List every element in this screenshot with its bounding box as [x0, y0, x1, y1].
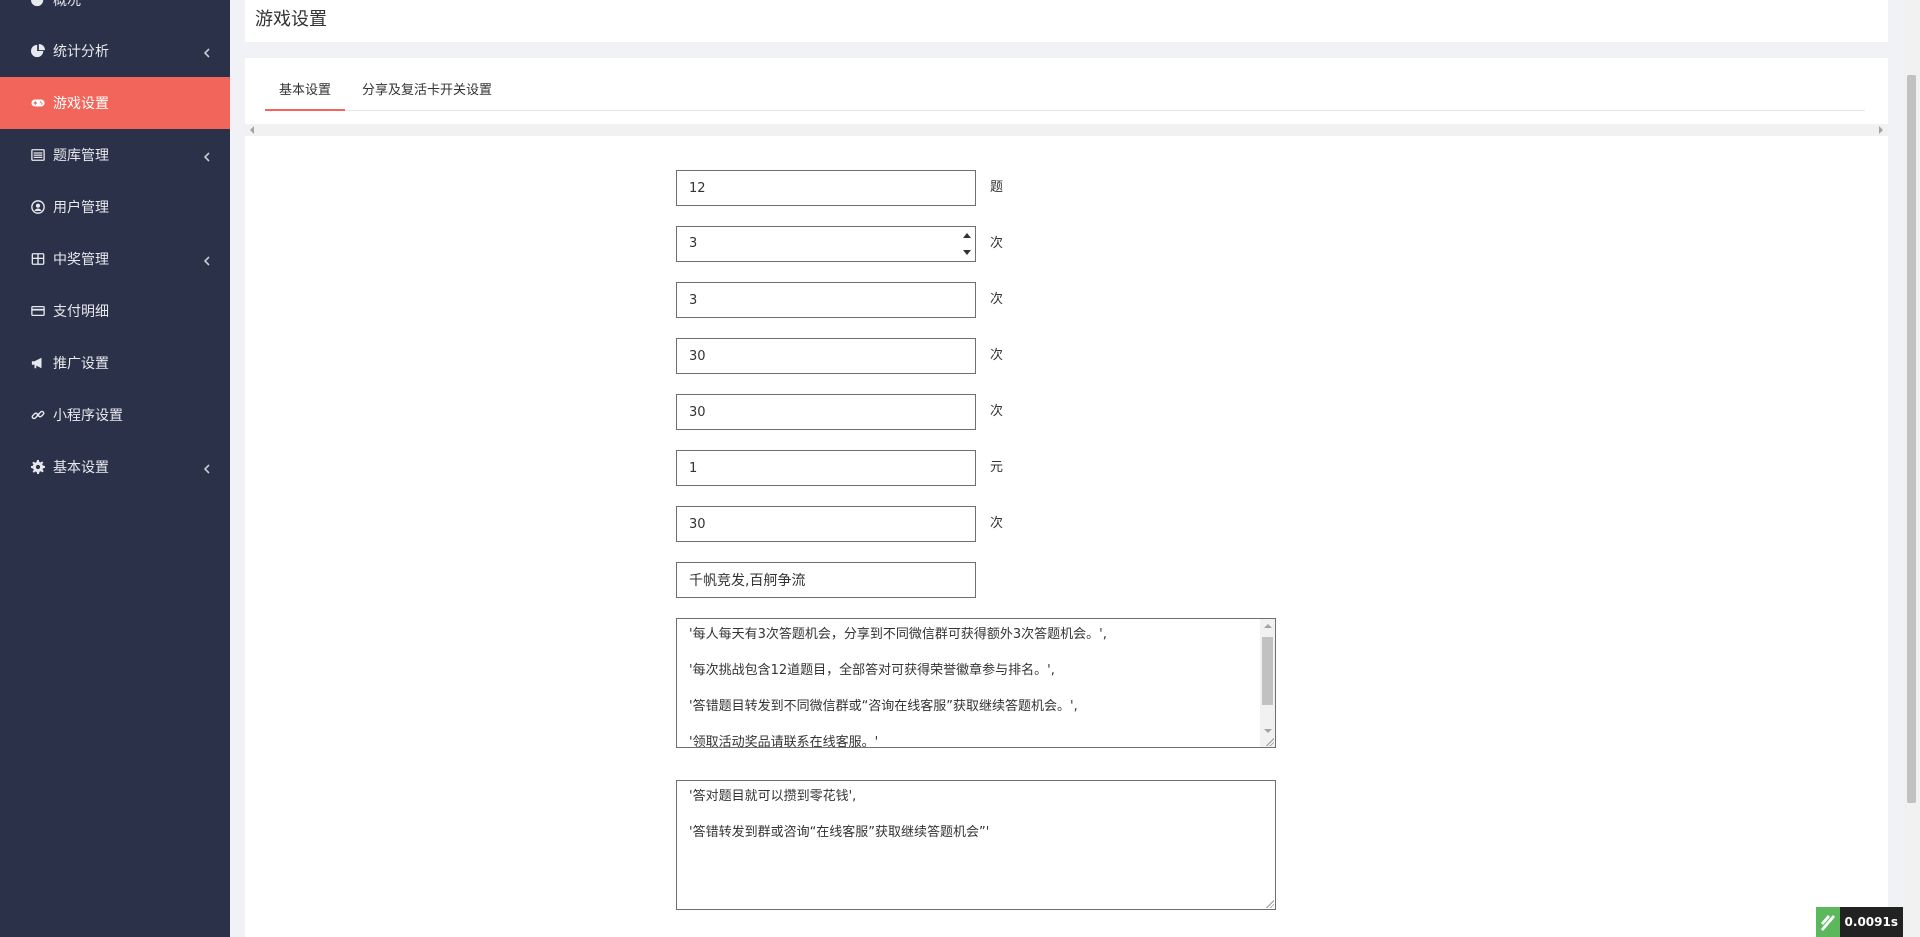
desc-line: '答错转发到群或咨询“在线客服”获取继续答题机会”' [689, 825, 990, 840]
pie-chart-icon [30, 43, 46, 59]
sidebar-item-game-settings[interactable]: 游戏设置 [0, 77, 230, 129]
sidebar-item-basic-settings[interactable]: 基本设置 [0, 441, 230, 493]
megaphone-icon [30, 355, 46, 371]
page-scrollbar[interactable] [1903, 0, 1920, 937]
field-unit: 次 [990, 516, 1004, 531]
field-unit: 次 [990, 236, 1004, 251]
sidebar-item-question-bank[interactable]: 题库管理 [0, 129, 230, 181]
rule-line: '每人每天有3次答题机会，分享到不同微信群可获得额外3次答题机会。', [689, 627, 1107, 642]
textarea-scrollbar[interactable] [1260, 619, 1275, 747]
field-unit: 元 [990, 460, 1004, 475]
sidebar-item-statistics[interactable]: 统计分析 [0, 25, 230, 77]
chevron-left-icon [202, 462, 212, 474]
page-title: 游戏设置 [255, 9, 327, 30]
tab-bar: 基本设置 分享及复活卡开关设置 [265, 78, 1865, 111]
sidebar-item-label: 小程序设置 [53, 408, 123, 424]
field-unit: 题 [990, 180, 1004, 195]
scroll-right-icon[interactable] [1879, 126, 1883, 134]
sidebar-item-payments[interactable]: 支付明细 [0, 285, 230, 337]
sidebar: 概况 统计分析 游戏设置 题库管理 用户管理 中奖管理 支付明细 推广设置 小程… [0, 0, 230, 937]
sidebar-item-label: 题库管理 [53, 148, 109, 164]
prize-exchange-input[interactable] [676, 506, 976, 542]
timer-text: 0.0091s [1839, 907, 1903, 937]
sidebar-item-label: 游戏设置 [53, 96, 109, 112]
sidebar-item-promotion[interactable]: 推广设置 [0, 337, 230, 389]
gift-icon [30, 251, 46, 267]
field-unit: 次 [990, 404, 1004, 419]
daily-free-answers-input[interactable]: 3 [676, 226, 976, 262]
sidebar-item-users[interactable]: 用户管理 [0, 181, 230, 233]
debug-timer-badge[interactable]: 0.0091s [1816, 907, 1903, 937]
sidebar-item-label: 用户管理 [53, 200, 109, 216]
sidebar-item-overview[interactable]: 概况 [0, 0, 230, 26]
scrollbar-thumb[interactable] [1907, 75, 1916, 803]
credit-card-icon [30, 303, 46, 319]
start-game-desc-textarea[interactable]: '答对题目就可以攒到零花钱', '答错转发到群或咨询“在线客服”获取继续答题机会… [676, 780, 1276, 910]
share-revive-limit-input[interactable] [676, 338, 976, 374]
revive-card-limit-input[interactable] [676, 394, 976, 430]
home-rules-textarea[interactable]: '每人每天有3次答题机会，分享到不同微信群可获得额外3次答题机会。', '每次挑… [676, 618, 1276, 748]
settings-panel: 基本设置 分享及复活卡开关设置 游戏题目数量 题 每日赠送答题数 3 次 每日领… [245, 58, 1888, 937]
pie-chart-icon [30, 0, 46, 8]
tab-basic-settings[interactable]: 基本设置 [265, 78, 346, 111]
horizontal-scrollbar[interactable] [245, 124, 1888, 136]
sidebar-item-label: 统计分析 [53, 44, 109, 60]
field-unit: 次 [990, 348, 1004, 363]
rule-line: '答错题目转发到不同微信群或“咨询在线客服”获取继续答题机会。', [689, 699, 1078, 714]
chevron-left-icon [202, 254, 212, 266]
scroll-left-icon[interactable] [250, 126, 254, 134]
sidebar-item-label: 概况 [53, 0, 81, 9]
list-icon [30, 147, 46, 163]
sidebar-item-label: 基本设置 [53, 460, 109, 476]
daily-prize-limit-input[interactable] [676, 282, 976, 318]
rule-line: '每次挑战包含12道题目，全部答对可获得荣誉徽章参与排名。', [689, 663, 1055, 678]
field-unit: 次 [990, 292, 1004, 307]
chevron-left-icon [202, 150, 212, 162]
user-circle-icon [30, 199, 46, 215]
chevron-left-icon [202, 46, 212, 58]
sidebar-item-label: 中奖管理 [53, 252, 109, 268]
tab-share-revive-settings[interactable]: 分享及复活卡开关设置 [348, 78, 506, 109]
number-stepper[interactable] [960, 228, 974, 260]
link-icon [30, 407, 46, 423]
caret-up-icon[interactable] [963, 233, 971, 238]
resize-grip-icon[interactable] [1265, 899, 1274, 908]
sidebar-item-prizes[interactable]: 中奖管理 [0, 233, 230, 285]
debugbar-logo-icon [1816, 907, 1840, 937]
sidebar-item-label: 推广设置 [53, 356, 109, 372]
page-header: 游戏设置 [245, 0, 1888, 42]
question-count-input[interactable] [676, 170, 976, 206]
gamepad-icon [30, 95, 46, 111]
desc-line: '答对题目就可以攒到零花钱', [689, 789, 857, 804]
field-value: 3 [689, 236, 698, 251]
scrollbar-thumb[interactable] [1262, 637, 1273, 705]
gear-icon [30, 459, 46, 475]
caret-down-icon[interactable] [963, 250, 971, 255]
rule-line: '领取活动奖品请联系在线客服。' [689, 735, 879, 748]
scroll-up-icon[interactable] [1264, 624, 1272, 628]
scroll-down-icon[interactable] [1264, 729, 1272, 733]
revive-card-price-input[interactable] [676, 450, 976, 486]
home-slogan-input[interactable] [676, 562, 976, 598]
resize-grip-icon[interactable] [1265, 737, 1274, 746]
sidebar-item-label: 支付明细 [53, 304, 109, 320]
sidebar-item-miniprogram[interactable]: 小程序设置 [0, 389, 230, 441]
